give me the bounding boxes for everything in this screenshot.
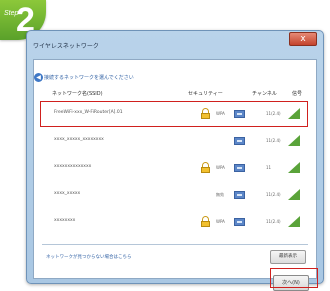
update-button[interactable]: 最新表示 <box>270 250 306 264</box>
network-row[interactable]: xxxx_xxxxx_xxxxxxxx 11(2.4) <box>48 131 310 151</box>
selected-network-highlight <box>40 101 308 127</box>
close-button[interactable]: x <box>289 32 317 46</box>
wireless-dialog: x ワイヤレスネットワーク ◀ 接続するネットワークを選んでください ネットワー… <box>26 30 324 291</box>
network-name: xxxx_xxxxx <box>54 191 81 196</box>
band-icon <box>234 137 245 145</box>
channel-value: 11(2.4) <box>266 192 281 197</box>
lock-icon <box>201 216 210 227</box>
network-name: xxxx_xxxxx_xxxxxxxx <box>54 137 104 142</box>
network-row[interactable]: xxxxxxxx WPA 11(2.4) <box>48 212 310 232</box>
signal-icon <box>288 216 300 227</box>
next-button-highlight <box>270 268 318 288</box>
network-name: xxxxxxxxxxxxxx <box>54 164 92 169</box>
header-ssid: ネットワーク名(SSID) <box>52 91 103 97</box>
header-signal: 信号 <box>292 91 303 97</box>
channel-value: 11(2.4) <box>266 138 281 143</box>
auth-type: 無効 <box>216 192 224 197</box>
back-arrow-icon[interactable]: ◀ <box>34 73 43 82</box>
auth-type: WPA <box>216 219 225 224</box>
channel-value: 11(2.4) <box>266 219 281 224</box>
band-icon <box>234 164 245 172</box>
auth-type: WPA <box>216 165 225 170</box>
dialog-content: ◀ 接続するネットワークを選んでください ネットワーク名(SSID) セキュリテ… <box>33 59 317 279</box>
signal-icon <box>288 189 300 200</box>
network-not-found-link[interactable]: ネットワークが見つからない場合はこちら <box>46 254 132 260</box>
channel-value: 11 <box>266 165 272 170</box>
network-row[interactable]: xxxx_xxxxx 無効 11(2.4) <box>48 185 310 205</box>
instruction-text: 接続するネットワークを選んでください <box>44 75 134 81</box>
network-row[interactable]: xxxxxxxxxxxxxx WPA 11 <box>48 158 310 178</box>
window-title: ワイヤレスネットワーク <box>33 43 99 50</box>
header-security: セキュリティー <box>188 91 223 97</box>
signal-icon <box>288 162 300 173</box>
signal-icon <box>288 135 300 146</box>
network-name: xxxxxxxx <box>54 218 76 223</box>
divider <box>42 244 308 245</box>
band-icon <box>234 218 245 226</box>
band-icon <box>234 191 245 199</box>
header-channel: チャンネル <box>252 91 277 97</box>
lock-icon <box>201 162 210 173</box>
